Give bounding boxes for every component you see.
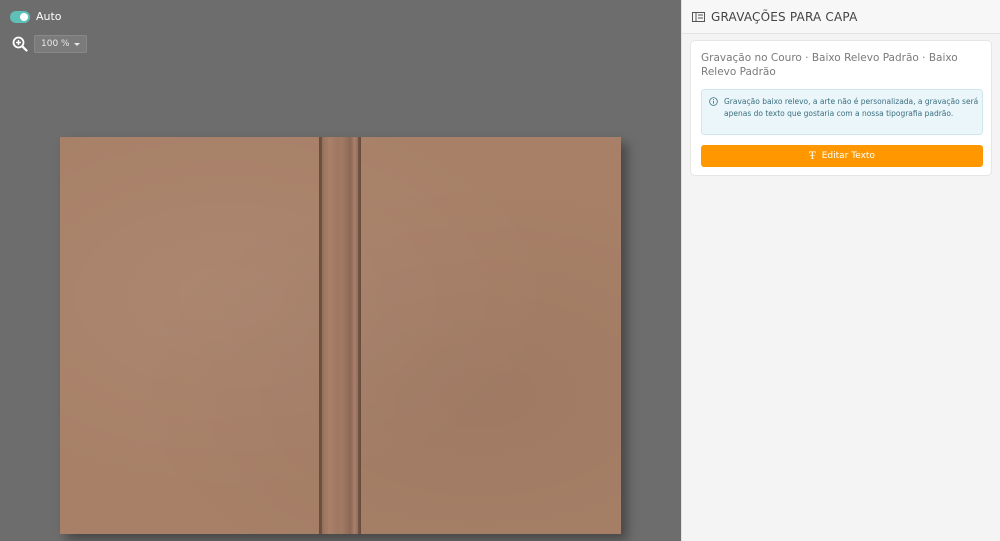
- auto-label: Auto: [36, 10, 62, 23]
- engraving-option-title: Gravação no Couro · Baixo Relevo Padrão …: [701, 52, 958, 78]
- zoom-value: 100 %: [41, 39, 70, 49]
- info-icon: [709, 97, 718, 106]
- panel-header: GRAVAÇÕES PARA CAPA: [682, 0, 1000, 34]
- book-spine: [319, 137, 361, 534]
- info-alert: Gravação baixo relevo, a arte não é pers…: [701, 89, 983, 135]
- panel-title: GRAVAÇÕES PARA CAPA: [711, 9, 858, 24]
- chevron-down-icon: [73, 42, 80, 46]
- zoom-control: 100 %: [12, 35, 87, 53]
- engraving-icon: [692, 11, 705, 22]
- engraving-panel: GRAVAÇÕES PARA CAPA Gravação no Couro · …: [681, 0, 1000, 541]
- auto-toggle-group[interactable]: Auto: [10, 10, 62, 23]
- engraving-option-card: Gravação no Couro · Baixo Relevo Padrão …: [690, 40, 992, 176]
- spine-left-edge: [319, 137, 322, 534]
- spine-right-edge: [358, 137, 361, 534]
- editor-canvas[interactable]: Auto 100 %: [0, 0, 681, 541]
- zoom-select[interactable]: 100 %: [34, 35, 87, 53]
- auto-toggle[interactable]: [10, 10, 30, 23]
- info-text: Gravação baixo relevo, a arte não é pers…: [724, 97, 979, 118]
- edit-text-label: Editar Texto: [821, 151, 875, 161]
- book-cover-preview[interactable]: [60, 137, 621, 534]
- text-icon: Ŧ: [809, 150, 816, 162]
- zoom-in-icon[interactable]: [12, 36, 28, 52]
- edit-text-button[interactable]: Ŧ Editar Texto: [701, 145, 983, 167]
